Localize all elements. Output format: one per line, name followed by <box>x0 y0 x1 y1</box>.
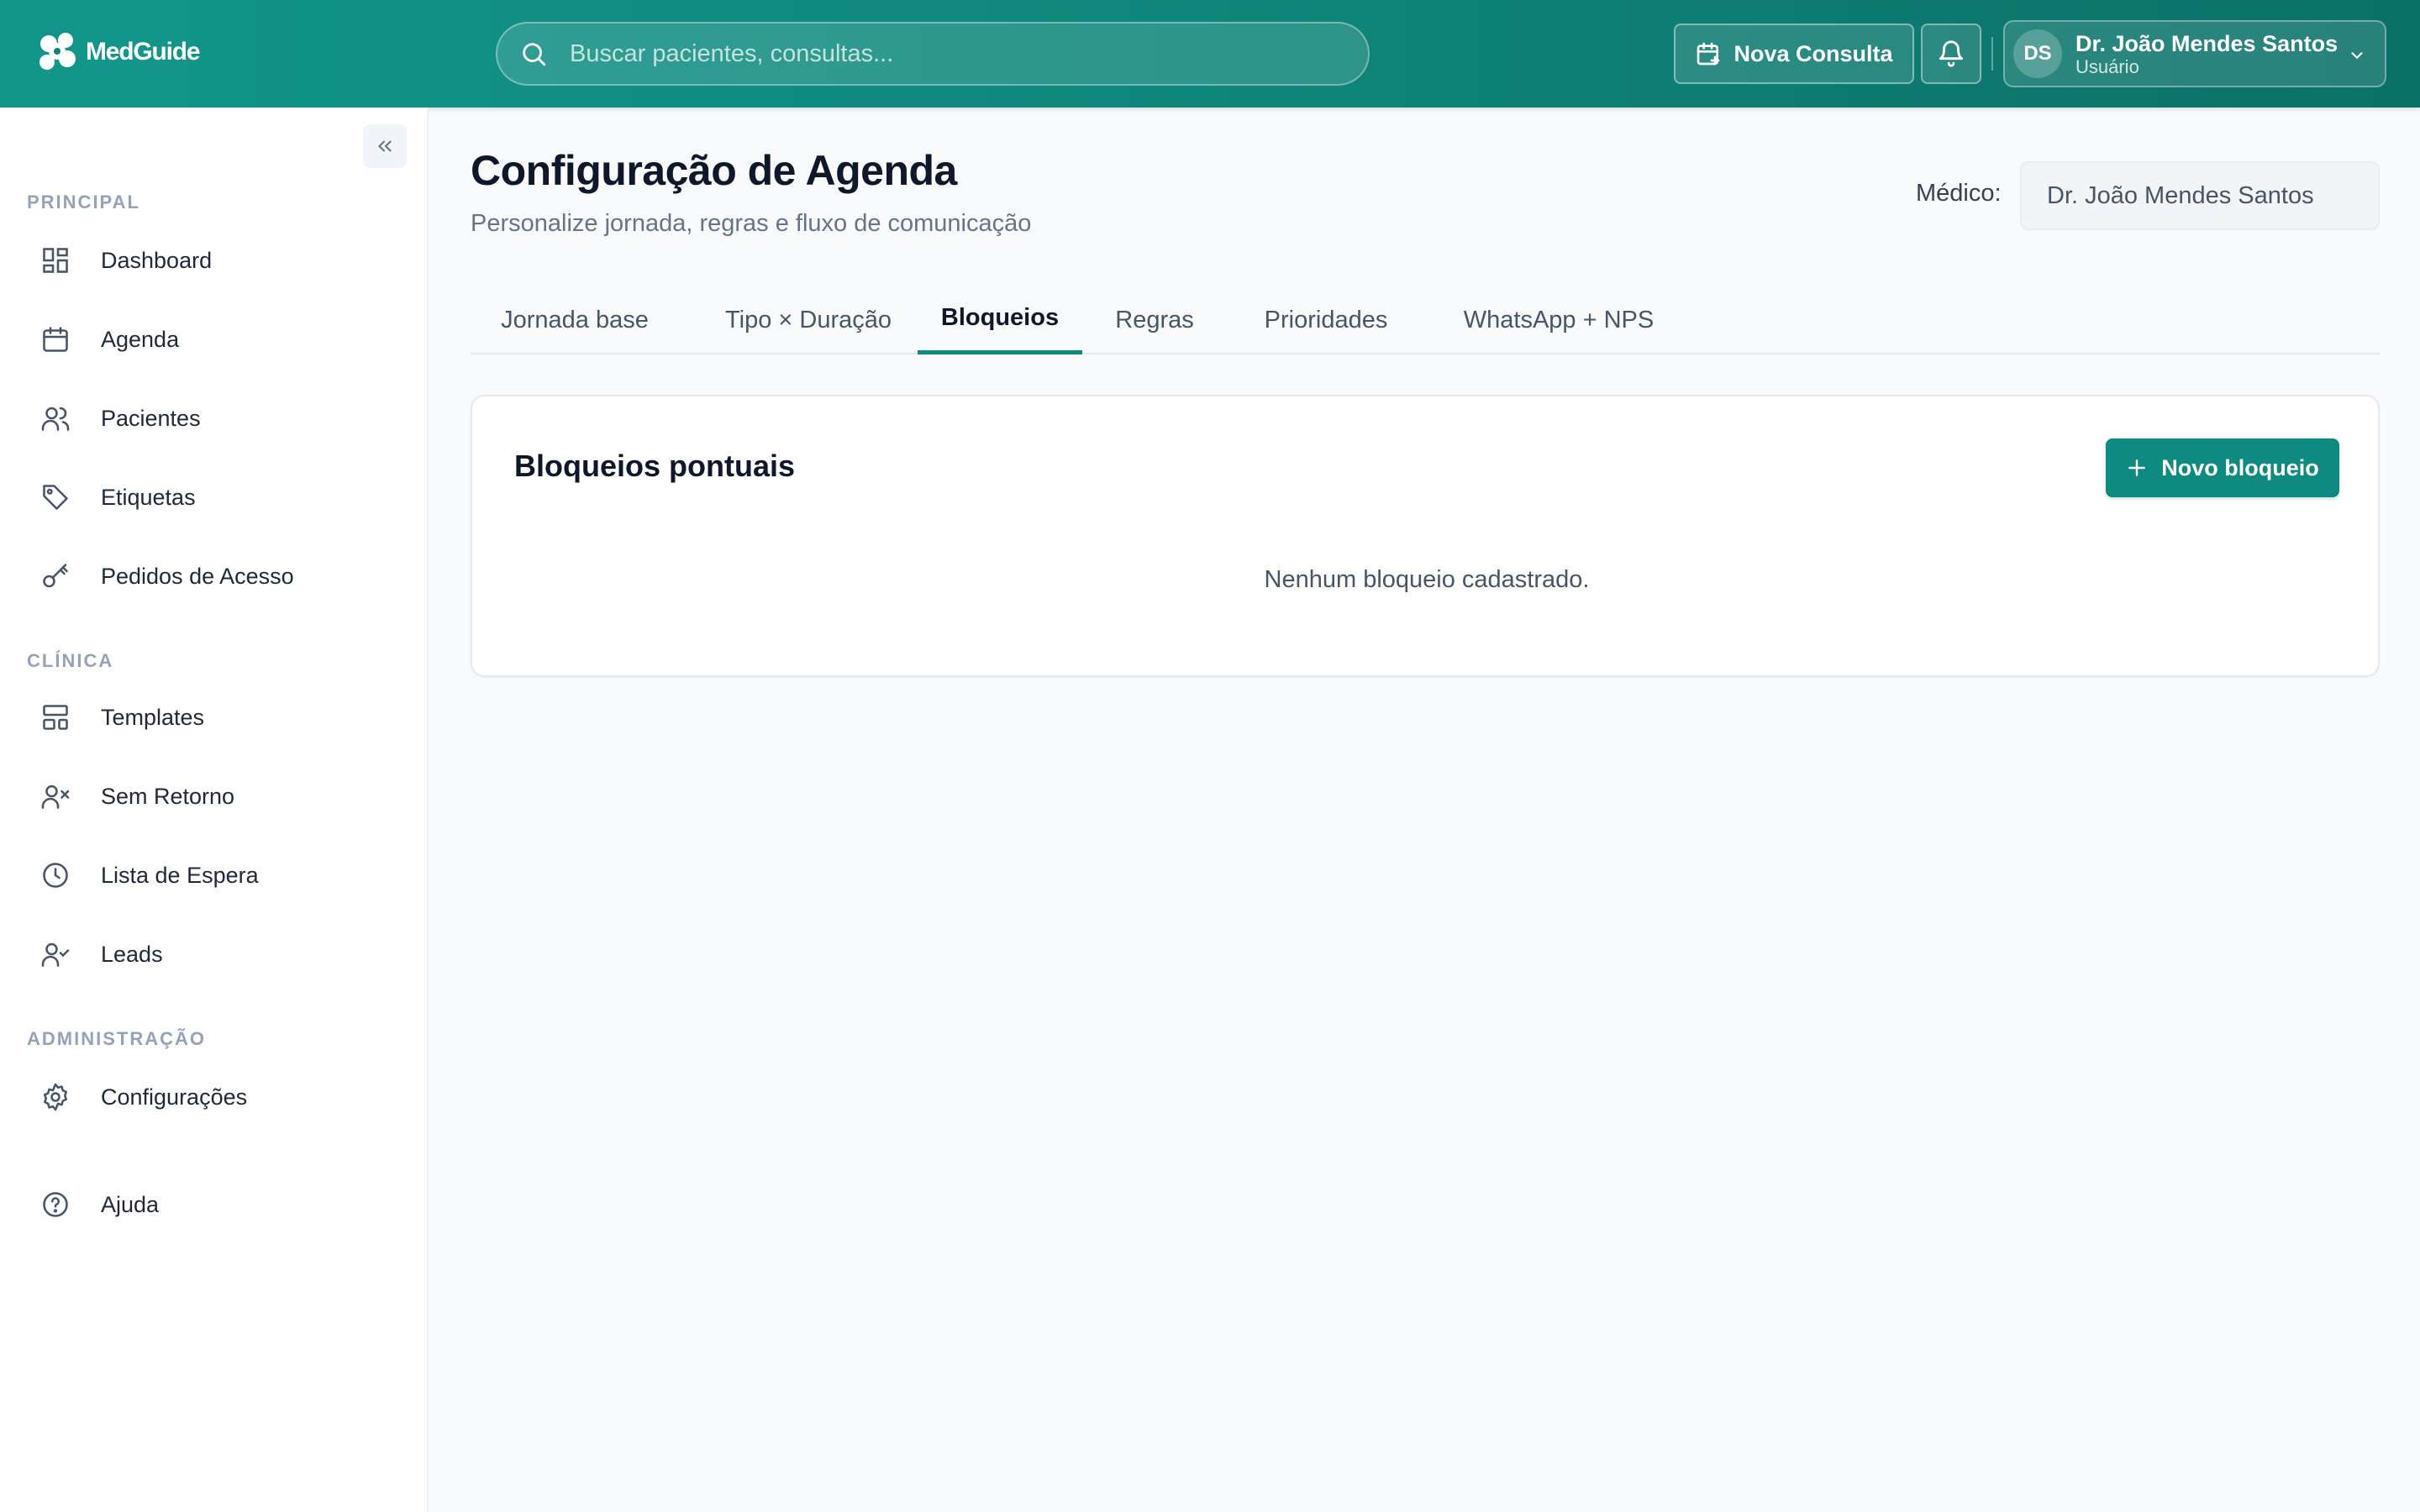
sidebar-item-dashboard[interactable]: Dashboard <box>27 227 402 294</box>
sidebar-item-label: Templates <box>101 704 205 730</box>
empty-state-message: Nenhum bloqueio cadastrado. <box>1264 566 1590 593</box>
sidebar-item-label: Ajuda <box>101 1191 160 1217</box>
tab-whatsapp-nps[interactable]: WhatsApp + NPS <box>1434 286 1684 354</box>
blocks-card: Bloqueios pontuais Novo bloqueio Nenhum … <box>471 395 2380 677</box>
sidebar-item-label: Leads <box>101 941 163 967</box>
add-block-label: Novo bloqueio <box>2161 454 2319 480</box>
sidebar-item-label: Configurações <box>101 1084 248 1110</box>
sidebar-item-label: Sem Retorno <box>101 783 235 809</box>
user-x-icon <box>41 785 70 809</box>
dashboard-icon <box>43 248 68 273</box>
sidebar-item-agenda[interactable]: Agenda <box>27 306 402 373</box>
user-menu[interactable]: DS Dr. João Mendes Santos Usuário <box>2003 20 2386 87</box>
medguide-logo-icon <box>39 33 76 70</box>
sidebar-item-configuracoes[interactable]: Configurações <box>27 1063 402 1131</box>
section-label-administracao: ADMINISTRAÇÃO <box>27 1028 206 1049</box>
notifications-button[interactable] <box>1921 24 1981 84</box>
page-title: Configuração de Agenda <box>471 147 957 194</box>
card-title: Bloqueios pontuais <box>514 449 796 483</box>
section-label-clinica: CLÍNICA <box>27 650 114 671</box>
key-icon <box>43 564 68 588</box>
collapse-sidebar-button[interactable] <box>363 124 407 168</box>
app-logo[interactable]: MedGuide <box>32 25 201 79</box>
plus-icon <box>2128 459 2146 476</box>
sidebar-item-label: Etiquetas <box>101 484 196 510</box>
sidebar-item-ajuda[interactable]: Ajuda <box>27 1171 402 1238</box>
tab-regras[interactable]: Regras <box>1091 286 1218 354</box>
user-role: Usuário <box>2075 56 2139 77</box>
section-label-principal: PRINCIPAL <box>27 192 140 213</box>
user-name: Dr. João Mendes Santos <box>2075 31 2338 56</box>
app-name: MedGuide <box>86 38 201 66</box>
sidebar-item-label: Dashboard <box>101 247 213 273</box>
sidebar-item-label: Agenda <box>101 326 180 352</box>
clock-icon <box>43 863 68 888</box>
user-check-icon <box>41 942 70 967</box>
users-icon <box>41 407 70 431</box>
tab-jornada-base[interactable]: Jornada base <box>471 286 679 354</box>
chevrons-left-icon <box>377 140 392 152</box>
new-appointment-button[interactable]: Nova Consulta <box>1674 24 1914 84</box>
search-input[interactable] <box>570 39 1326 68</box>
new-appointment-label: Nova Consulta <box>1733 40 1893 66</box>
tab-bar: Jornada base Tipo × Duração Bloqueios Re… <box>471 286 2380 354</box>
sidebar-item-leads[interactable]: Leads <box>27 921 402 988</box>
chevron-down-icon <box>2351 52 2363 60</box>
tab-bloqueios[interactable]: Bloqueios <box>918 286 1082 354</box>
add-block-button[interactable]: Novo bloqueio <box>2106 438 2339 497</box>
tab-prioridades[interactable]: Prioridades <box>1232 286 1420 354</box>
global-search[interactable] <box>496 22 1370 86</box>
sidebar-item-label: Pedidos de Acesso <box>101 563 294 589</box>
calendar-icon <box>43 327 68 352</box>
tab-tipo-duracao[interactable]: Tipo × Duração <box>696 286 921 354</box>
help-icon <box>43 1192 68 1217</box>
tag-icon <box>43 485 68 510</box>
search-icon <box>523 43 546 66</box>
template-icon <box>43 705 68 730</box>
top-header: MedGuide Nova Consulta DS Dr. João Mende… <box>0 0 2420 108</box>
calendar-plus-icon <box>1697 42 1720 66</box>
sidebar: PRINCIPAL Dashboard Agenda Pacientes Eti… <box>0 108 429 1512</box>
sidebar-item-sem-retorno[interactable]: Sem Retorno <box>27 763 402 830</box>
bell-icon <box>1939 40 1964 67</box>
page-subtitle: Personalize jornada, regras e fluxo de c… <box>471 210 1032 237</box>
sidebar-item-pedidos-de-acesso[interactable]: Pedidos de Acesso <box>27 543 402 610</box>
sidebar-item-templates[interactable]: Templates <box>27 684 402 751</box>
gear-icon <box>43 1083 68 1111</box>
sidebar-item-lista-de-espera[interactable]: Lista de Espera <box>27 842 402 909</box>
doctor-select[interactable]: Dr. João Mendes Santos <box>2020 161 2380 230</box>
sidebar-item-label: Pacientes <box>101 405 201 431</box>
avatar: DS <box>2013 29 2062 78</box>
sidebar-item-label: Lista de Espera <box>101 862 259 888</box>
sidebar-item-etiquetas[interactable]: Etiquetas <box>27 464 402 531</box>
header-divider <box>1991 37 1993 71</box>
doctor-label: Médico: <box>1916 180 2002 207</box>
sidebar-item-pacientes[interactable]: Pacientes <box>27 385 402 452</box>
